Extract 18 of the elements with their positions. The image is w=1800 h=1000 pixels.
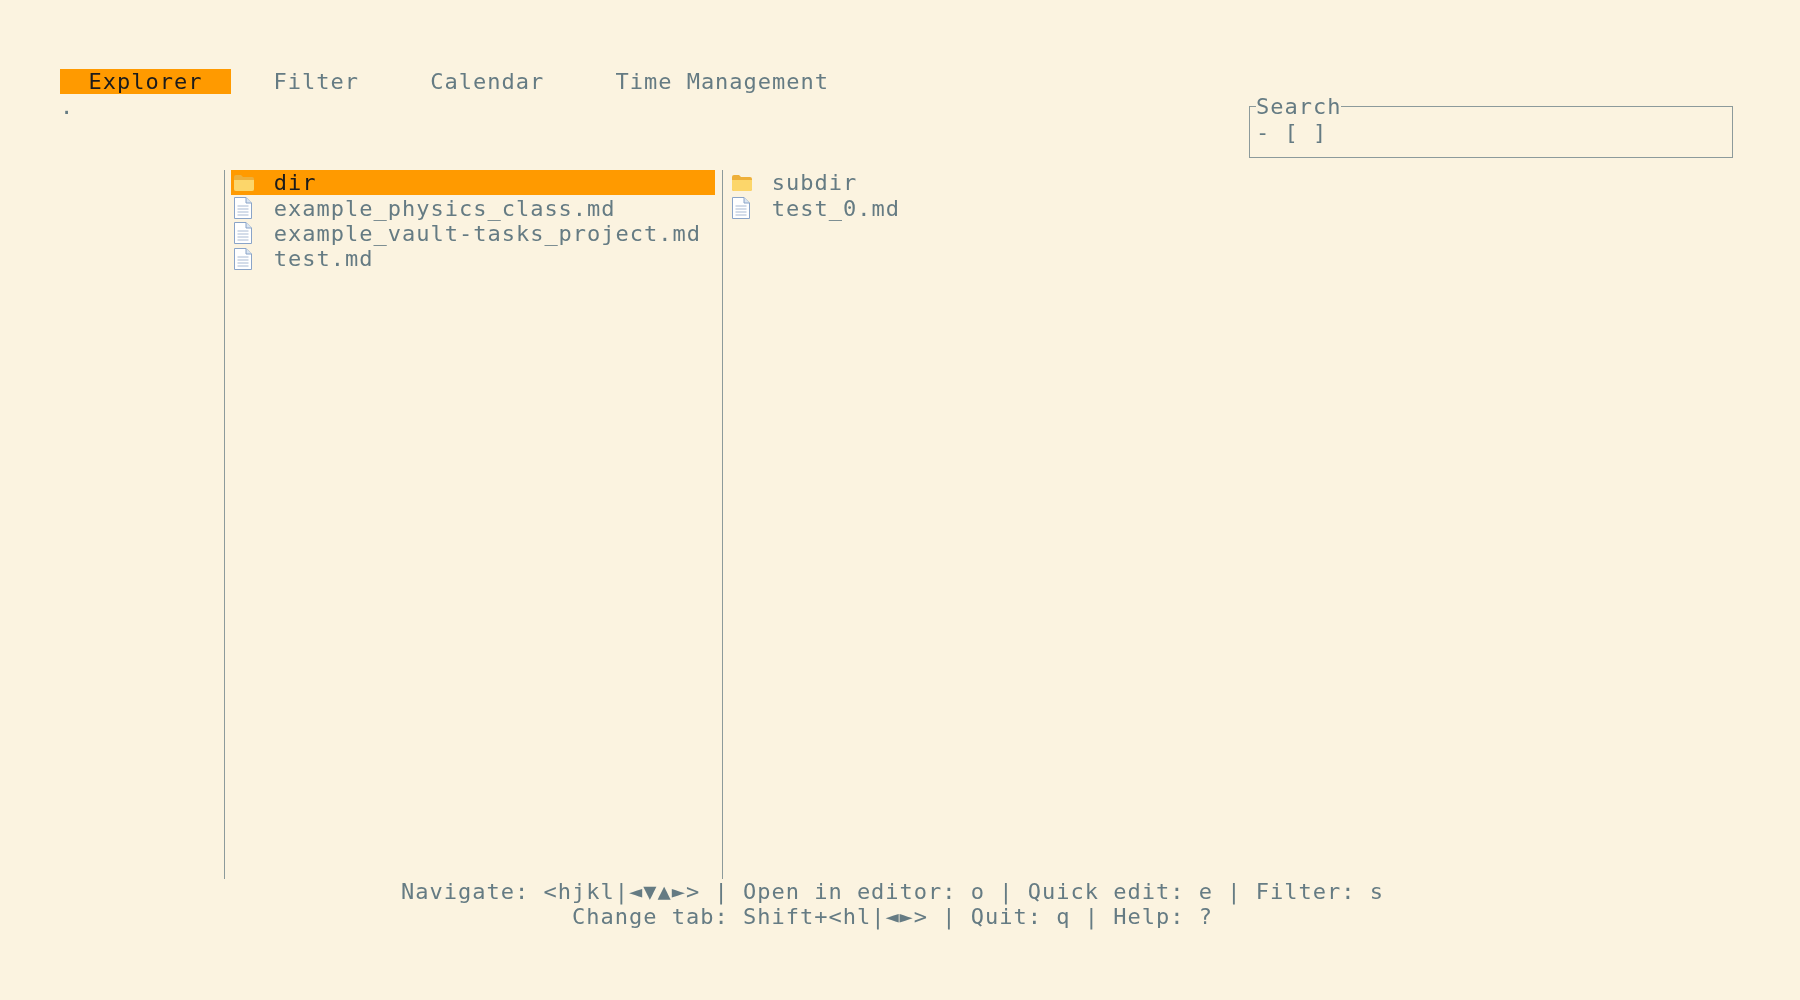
document-icon xyxy=(234,197,252,220)
document-icon xyxy=(234,222,252,245)
folder-icon xyxy=(233,173,255,192)
path-label: . xyxy=(60,94,75,120)
preview-list-item[interactable]: test_0.md xyxy=(729,195,900,221)
keybinding-hint: Navigate: <hjkl|◄▼▲►> | Open in editor: o | Quick edit: e | Filter: s xyxy=(401,878,1384,904)
document-icon xyxy=(732,197,750,220)
preview-list-item[interactable]: subdir xyxy=(729,170,858,196)
document-icon xyxy=(234,247,252,270)
file-list-item[interactable]: dir xyxy=(231,170,715,196)
tab[interactable]: Time Management xyxy=(586,69,858,95)
tab[interactable]: Filter xyxy=(245,69,388,95)
tab[interactable]: Explorer xyxy=(60,69,231,95)
tab[interactable]: Calendar xyxy=(401,69,573,95)
folder-icon xyxy=(731,173,753,192)
file-list-item[interactable]: example_physics_class.md xyxy=(231,195,616,221)
file-list-item[interactable]: example_vault-tasks_project.md xyxy=(231,220,702,247)
file-list-item[interactable]: test.md xyxy=(231,246,374,272)
